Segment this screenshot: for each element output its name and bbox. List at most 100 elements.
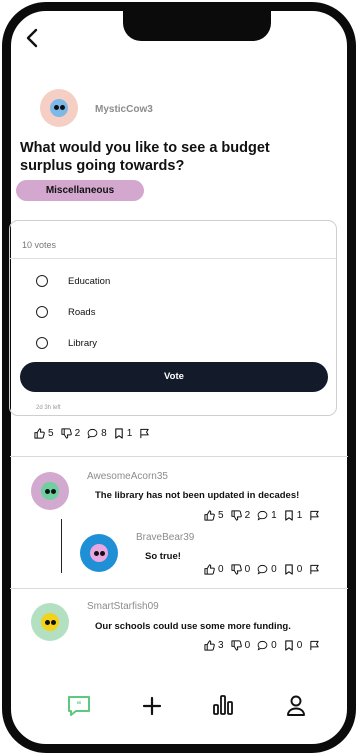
- acorn-face-icon: [41, 482, 59, 500]
- quote-bubble-icon: “: [68, 696, 90, 716]
- like-count: 0: [218, 564, 224, 575]
- like-button[interactable]: 5: [34, 428, 54, 439]
- post-author-name[interactable]: MysticCow3: [95, 104, 153, 115]
- comment-count: 8: [101, 428, 107, 439]
- post-author-avatar[interactable]: [40, 89, 78, 127]
- thumbs-up-icon: [204, 510, 215, 521]
- dislike-count: 2: [74, 428, 81, 439]
- comment-text: Our schools could use some more funding.: [95, 621, 291, 632]
- category-pill[interactable]: Miscellaneous: [16, 180, 144, 201]
- comment-button[interactable]: 8: [87, 428, 107, 439]
- radio-button[interactable]: [36, 275, 48, 287]
- like-count: 5: [218, 510, 224, 521]
- comment-count: 1: [271, 510, 277, 521]
- comment-bubble-icon: [257, 640, 268, 651]
- save-count: 0: [296, 564, 303, 575]
- reply-text: So true!: [145, 551, 181, 562]
- report-button[interactable]: [139, 428, 150, 439]
- reply-thread-line: [61, 519, 62, 573]
- comment-author-name[interactable]: AwesomeAcorn35: [87, 471, 168, 482]
- comment-button[interactable]: 0: [257, 564, 277, 575]
- thumbs-up-icon: [204, 640, 215, 651]
- dislike-button[interactable]: 0: [230, 564, 251, 575]
- bookmark-icon: [284, 640, 293, 651]
- dislike-count: 0: [244, 564, 251, 575]
- section-divider: [10, 456, 348, 457]
- dislike-count: 0: [244, 640, 251, 651]
- flag-icon: [140, 428, 149, 439]
- report-button[interactable]: [309, 640, 320, 651]
- nav-polls[interactable]: [210, 693, 236, 717]
- flag-icon: [310, 564, 319, 575]
- poll-divider: [10, 258, 336, 259]
- post-question: What would you like to see a budget surp…: [20, 140, 270, 174]
- reply-stats: 0 0 0 0: [204, 564, 320, 575]
- like-count: 3: [218, 640, 224, 651]
- dislike-button[interactable]: 2: [60, 428, 81, 439]
- flag-icon: [310, 640, 319, 651]
- comment-button[interactable]: 0: [257, 640, 277, 651]
- save-count: 1: [296, 510, 303, 521]
- save-button[interactable]: 0: [284, 640, 303, 651]
- nav-comments[interactable]: “: [65, 694, 93, 718]
- dislike-button[interactable]: 0: [230, 640, 251, 651]
- like-button[interactable]: 3: [204, 640, 224, 651]
- reply-author-name[interactable]: BraveBear39: [136, 532, 194, 543]
- plus-icon: [142, 696, 162, 716]
- profile-icon: [287, 695, 305, 716]
- comment-author-name[interactable]: SmartStarfish09: [87, 601, 159, 612]
- like-button[interactable]: 0: [204, 564, 224, 575]
- vote-button[interactable]: Vote: [20, 362, 328, 392]
- save-button[interactable]: 1: [284, 510, 303, 521]
- comment-stats: 3 0 0 0: [204, 640, 320, 651]
- svg-text:“: “: [77, 700, 82, 711]
- poll-option[interactable]: Library: [36, 337, 97, 349]
- back-button[interactable]: [22, 26, 46, 54]
- like-count: 5: [48, 428, 54, 439]
- time-left: 2d 3h left: [36, 405, 61, 411]
- like-button[interactable]: 5: [204, 510, 224, 521]
- comment-stats: 5 2 1 1: [204, 510, 320, 521]
- bookmark-icon: [284, 510, 293, 521]
- poll-option[interactable]: Roads: [36, 306, 95, 318]
- thumbs-down-icon: [230, 564, 242, 575]
- dislike-button[interactable]: 2: [230, 510, 251, 521]
- thumbs-down-icon: [230, 640, 242, 651]
- save-count: 0: [296, 640, 303, 651]
- thumbs-down-icon: [60, 428, 72, 439]
- report-button[interactable]: [309, 510, 320, 521]
- post-stats: 5 2 8 1: [34, 428, 150, 439]
- thumbs-up-icon: [204, 564, 215, 575]
- save-count: 1: [126, 428, 133, 439]
- poll-option-label: Education: [68, 275, 111, 287]
- poll-option-label: Roads: [68, 306, 96, 318]
- comment-bubble-icon: [257, 564, 268, 575]
- comment-author-avatar[interactable]: [31, 603, 69, 641]
- cow-face-icon: [50, 99, 68, 117]
- save-button[interactable]: 1: [114, 428, 133, 439]
- flag-icon: [310, 510, 319, 521]
- nav-profile[interactable]: [284, 694, 308, 718]
- dislike-count: 2: [244, 510, 251, 521]
- bar-chart-icon: [213, 695, 233, 715]
- save-button[interactable]: 0: [284, 564, 303, 575]
- comment-count: 0: [271, 564, 277, 575]
- comment-button[interactable]: 1: [257, 510, 277, 521]
- reply-author-avatar[interactable]: [80, 534, 118, 572]
- nav-create[interactable]: [140, 694, 164, 718]
- thumbs-up-icon: [34, 428, 45, 439]
- section-divider: [10, 588, 348, 589]
- radio-button[interactable]: [36, 306, 48, 318]
- bear-face-icon: [90, 544, 108, 562]
- radio-button[interactable]: [36, 337, 48, 349]
- comment-author-avatar[interactable]: [31, 472, 69, 510]
- comment-text: The library has not been updated in deca…: [95, 490, 300, 501]
- vote-count: 10 votes: [22, 240, 57, 250]
- comment-count: 0: [271, 640, 277, 651]
- poll-option[interactable]: Education: [36, 275, 110, 287]
- starfish-face-icon: [41, 613, 59, 631]
- chevron-left-icon: [26, 28, 38, 48]
- comment-bubble-icon: [87, 428, 98, 439]
- report-button[interactable]: [309, 564, 320, 575]
- thumbs-down-icon: [230, 510, 242, 521]
